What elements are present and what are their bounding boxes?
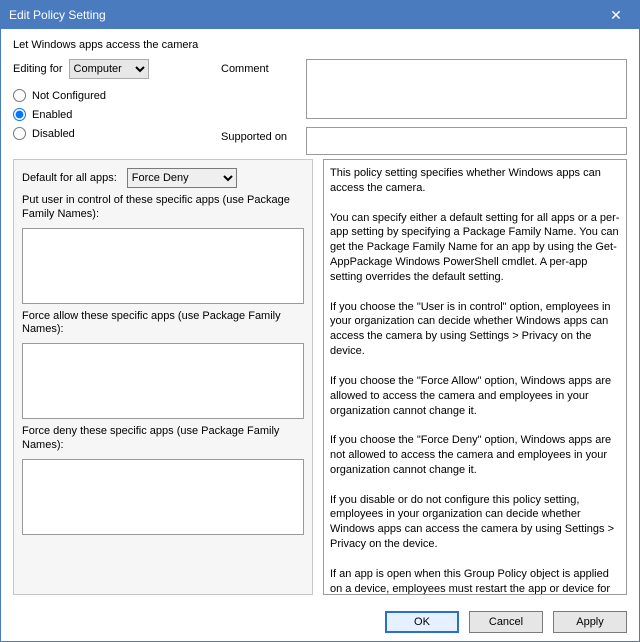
group-user-control-list[interactable] — [22, 228, 304, 304]
radio-enabled-label: Enabled — [32, 109, 72, 121]
button-bar: OK Cancel Apply — [1, 603, 639, 641]
default-for-all-label: Default for all apps: — [22, 172, 117, 184]
state-column: Editing for Computer Not Configured Enab… — [13, 59, 213, 155]
group-force-deny-label: Force deny these specific apps (use Pack… — [22, 425, 304, 453]
radio-disabled-label: Disabled — [32, 128, 75, 140]
radio-enabled-input[interactable] — [13, 108, 26, 121]
panels: Default for all apps: Force Deny Put use… — [13, 159, 627, 595]
group-force-allow-list[interactable] — [22, 343, 304, 419]
default-for-all-row: Default for all apps: Force Deny — [22, 168, 304, 188]
radio-disabled[interactable]: Disabled — [13, 127, 213, 140]
options-panel: Default for all apps: Force Deny Put use… — [13, 159, 313, 595]
group-force-allow-label: Force allow these specific apps (use Pac… — [22, 310, 304, 338]
meta-column: Comment Supported on — [221, 59, 627, 155]
radio-not-configured-input[interactable] — [13, 89, 26, 102]
titlebar: Edit Policy Setting ✕ — [1, 1, 639, 29]
window-title: Edit Policy Setting — [9, 8, 106, 22]
editing-for-label: Editing for — [13, 63, 63, 75]
radio-not-configured[interactable]: Not Configured — [13, 89, 213, 102]
radio-not-configured-label: Not Configured — [32, 90, 106, 102]
supported-label: Supported on — [221, 127, 306, 143]
supported-input[interactable] — [306, 127, 627, 155]
comment-row: Comment — [221, 59, 627, 119]
close-icon[interactable]: ✕ — [601, 7, 631, 24]
supported-row: Supported on — [221, 127, 627, 155]
policy-header: Editing for Computer Not Configured Enab… — [13, 59, 627, 155]
comment-label: Comment — [221, 59, 306, 75]
policy-name: Let Windows apps access the camera — [13, 39, 627, 51]
comment-input[interactable] — [306, 59, 627, 119]
ok-button[interactable]: OK — [385, 611, 459, 633]
group-force-deny-list[interactable] — [22, 459, 304, 535]
group-user-control-label: Put user in control of these specific ap… — [22, 194, 304, 222]
explain-text: This policy setting specifies whether Wi… — [323, 159, 627, 595]
radio-disabled-input[interactable] — [13, 127, 26, 140]
cancel-button[interactable]: Cancel — [469, 611, 543, 633]
editing-for-row: Editing for Computer — [13, 59, 213, 79]
radio-enabled[interactable]: Enabled — [13, 108, 213, 121]
default-for-all-select[interactable]: Force Deny — [127, 168, 237, 188]
state-radios: Not Configured Enabled Disabled — [13, 85, 213, 140]
editing-for-select[interactable]: Computer — [69, 59, 149, 79]
dialog-window: Edit Policy Setting ✕ Let Windows apps a… — [0, 0, 640, 642]
content-area: Let Windows apps access the camera Editi… — [1, 29, 639, 603]
apply-button[interactable]: Apply — [553, 611, 627, 633]
